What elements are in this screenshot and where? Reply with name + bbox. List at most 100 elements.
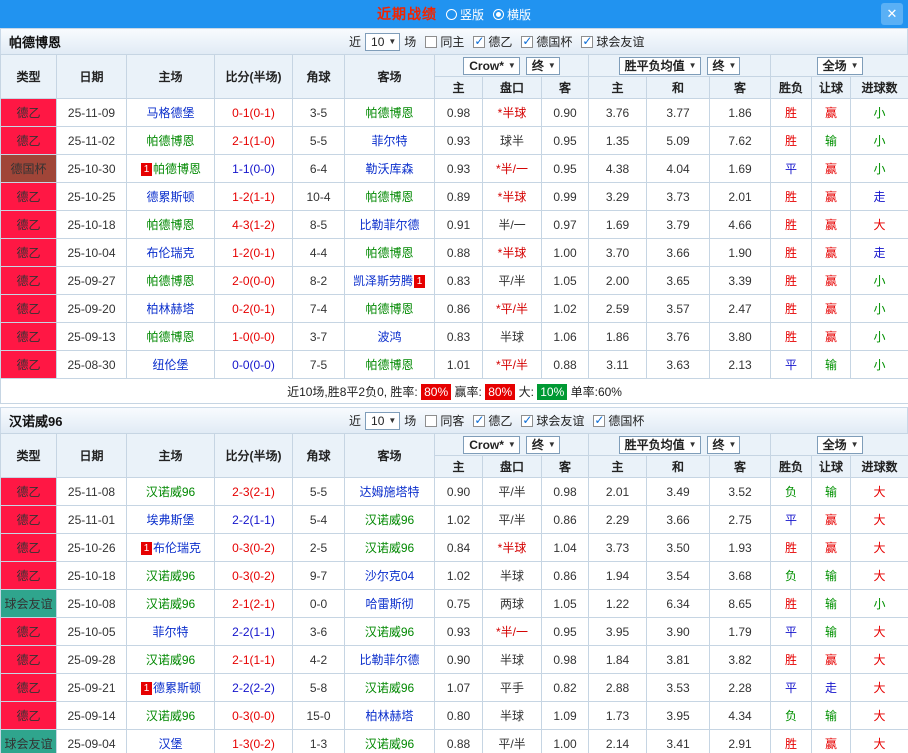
handicap-odds-away: 0.99: [540, 182, 590, 211]
team-link[interactable]: 沙尔克04: [365, 569, 414, 583]
odds-home-win: 3.95: [588, 617, 648, 646]
team-link[interactable]: 布伦瑞克: [146, 246, 194, 260]
score-cell[interactable]: 1-1(0-0): [214, 154, 293, 183]
team-link[interactable]: 汉诺威96: [146, 569, 195, 583]
score-cell[interactable]: 2-2(1-1): [214, 505, 293, 534]
same-venue-checkbox[interactable]: 同客: [425, 412, 464, 429]
team-link[interactable]: 帕德博恩: [146, 330, 194, 344]
team-link[interactable]: 汉诺威96: [365, 737, 414, 751]
team-link[interactable]: 比勒菲尔德: [359, 218, 419, 232]
chevron-down-icon: ▼: [728, 440, 737, 449]
score-cell[interactable]: 4-3(1-2): [214, 210, 293, 239]
handicap-line: 半球: [482, 561, 542, 590]
team-link[interactable]: 波鸿: [377, 330, 401, 344]
same-venue-checkbox[interactable]: 同主: [425, 33, 464, 50]
team-link[interactable]: 汉诺威96: [146, 485, 195, 499]
home-team-cell: 菲尔特: [126, 617, 215, 646]
league-checkbox[interactable]: 球会友谊: [521, 412, 584, 429]
match-count-select[interactable]: 10 ▼: [365, 32, 401, 51]
score-cell[interactable]: 0-0(0-0): [214, 350, 293, 379]
checkbox-icon: [593, 413, 606, 427]
score-cell[interactable]: 2-1(1-0): [214, 126, 293, 155]
team-link[interactable]: 帕德博恩: [146, 134, 194, 148]
team-link[interactable]: 汉诺威96: [365, 513, 414, 527]
team-link[interactable]: 汉诺威96: [365, 541, 414, 555]
score-cell[interactable]: 0-3(0-0): [214, 701, 293, 730]
team-link[interactable]: 勒沃库森: [365, 162, 413, 176]
team-link[interactable]: 埃弗斯堡: [146, 513, 194, 527]
score-cell[interactable]: 2-3(2-1): [214, 477, 293, 506]
match-row: 德乙 25-10-04 布伦瑞克 1-2(0-1) 4-4 帕德博恩 0.88 …: [0, 238, 908, 267]
team-link[interactable]: 柏林赫塔: [146, 302, 194, 316]
team-link[interactable]: 汉诺威96: [365, 681, 414, 695]
team-link[interactable]: 汉诺威96: [146, 653, 195, 667]
result-goals: 小: [850, 126, 908, 155]
score-cell[interactable]: 1-0(0-0): [214, 322, 293, 351]
league-checkbox[interactable]: 球会友谊: [581, 33, 644, 50]
score-cell[interactable]: 0-3(0-2): [214, 533, 293, 562]
wdl-final-select[interactable]: 终 ▼: [706, 56, 741, 75]
games-label: 场: [404, 35, 417, 49]
team-link[interactable]: 帕德博恩: [146, 274, 194, 288]
score-cell[interactable]: 2-2(1-1): [214, 617, 293, 646]
team-link[interactable]: 达姆施塔特: [359, 485, 419, 499]
handicap-final-select[interactable]: 终 ▼: [525, 435, 560, 454]
close-button[interactable]: ✕: [881, 3, 903, 25]
score-cell[interactable]: 2-0(0-0): [214, 266, 293, 295]
team-link[interactable]: 1 帕德博恩: [140, 162, 201, 176]
match-count-select[interactable]: 10 ▼: [365, 411, 401, 430]
team-link[interactable]: 菲尔特: [152, 625, 188, 639]
team-link[interactable]: 1 布伦瑞克: [140, 541, 201, 555]
score-cell[interactable]: 0-3(0-2): [214, 561, 293, 590]
team-link[interactable]: 柏林赫塔: [365, 709, 413, 723]
team-link[interactable]: 帕德博恩: [365, 246, 413, 260]
scope-select[interactable]: 全场 ▼: [816, 56, 863, 75]
scope-select[interactable]: 全场 ▼: [816, 435, 863, 454]
layout-horizontal-radio[interactable]: 横版: [493, 6, 531, 23]
score-cell[interactable]: 2-2(2-2): [214, 673, 293, 702]
team-link[interactable]: 凯泽斯劳腾 1: [353, 274, 426, 288]
score-cell[interactable]: 0-2(0-1): [214, 294, 293, 323]
team-link[interactable]: 汉诺威96: [146, 709, 195, 723]
wdl-mean-select[interactable]: 胜平负均值 ▼: [618, 435, 701, 454]
team-link[interactable]: 帕德博恩: [365, 106, 413, 120]
sub-col-header: 胜负: [770, 455, 813, 478]
team-link[interactable]: 马格德堡: [146, 106, 194, 120]
team-link[interactable]: 纽伦堡: [152, 358, 188, 372]
team-link[interactable]: 帕德博恩: [365, 358, 413, 372]
league-checkbox[interactable]: 德国杯: [593, 412, 644, 429]
bookmaker-select[interactable]: Crow* ▼: [463, 56, 520, 75]
odds-away-win: 1.79: [709, 617, 772, 646]
wdl-final-select[interactable]: 终 ▼: [706, 435, 741, 454]
score-cell[interactable]: 0-1(0-1): [214, 98, 293, 127]
score-cell[interactable]: 1-2(0-1): [214, 238, 293, 267]
layout-vertical-radio[interactable]: 竖版: [445, 6, 484, 23]
bookmaker-select[interactable]: Crow* ▼: [463, 435, 520, 454]
league-checkbox[interactable]: 德乙: [473, 33, 512, 50]
result-handicap: 输: [811, 701, 852, 730]
handicap-final-select[interactable]: 终 ▼: [525, 56, 560, 75]
odds-home-win: 3.11: [588, 350, 648, 379]
team-link[interactable]: 帕德博恩: [365, 302, 413, 316]
team-link[interactable]: 帕德博恩: [146, 218, 194, 232]
team-link[interactable]: 比勒菲尔德: [359, 653, 419, 667]
team-link[interactable]: 帕德博恩: [365, 190, 413, 204]
team-link[interactable]: 汉诺威96: [365, 625, 414, 639]
score-cell[interactable]: 1-2(1-1): [214, 182, 293, 211]
team-link[interactable]: 汉诺威96: [146, 597, 195, 611]
wdl-mean-select[interactable]: 胜平负均值 ▼: [618, 56, 701, 75]
team-link[interactable]: 菲尔特: [371, 134, 407, 148]
result-wdl: 胜: [770, 533, 813, 562]
league-checkbox[interactable]: 德国杯: [521, 33, 572, 50]
corners-cell: 10-4: [292, 182, 345, 211]
match-row: 球会友谊 25-09-04 汉堡 1-3(0-2) 1-3 汉诺威96 0.88…: [0, 729, 908, 753]
team-link[interactable]: 汉堡: [158, 737, 182, 751]
team-link[interactable]: 1 德累斯顿: [140, 681, 201, 695]
score-cell[interactable]: 2-1(2-1): [214, 589, 293, 618]
team-link[interactable]: 德累斯顿: [146, 190, 194, 204]
score-cell[interactable]: 1-3(0-2): [214, 729, 293, 753]
team-link[interactable]: 哈雷斯彻: [365, 597, 413, 611]
score-cell[interactable]: 2-1(1-1): [214, 645, 293, 674]
league-checkbox[interactable]: 德乙: [473, 412, 512, 429]
match-date: 25-10-08: [56, 589, 127, 618]
